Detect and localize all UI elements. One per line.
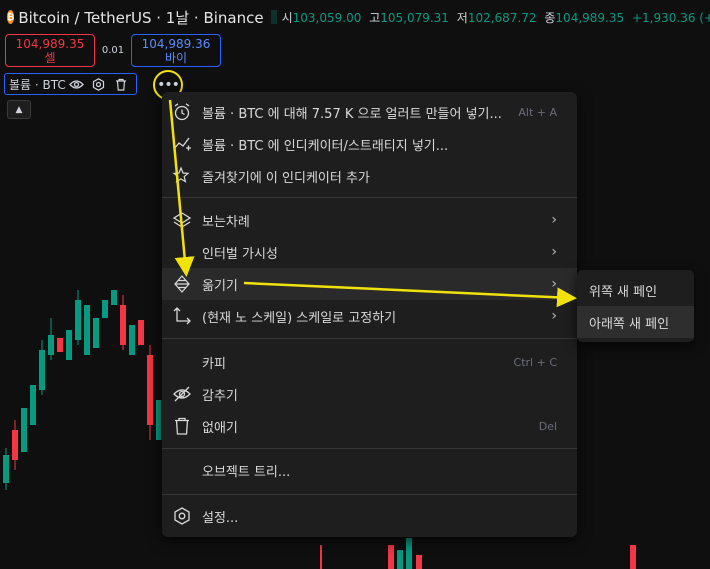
layers-icon [162,210,202,230]
menu-item-add-favorite[interactable]: 즐겨찾기에 이 인디케이터 추가 [162,160,577,192]
menu-item-label: 카피 [202,356,226,372]
spread-value: 0.01 [101,45,125,56]
menu-item-remove[interactable]: 없애기 Del [162,410,577,442]
indicator-name[interactable]: 볼륨 · BTC [9,76,66,93]
indicator-legend: 볼륨 · BTC [4,73,137,95]
buy-button[interactable]: 104,989.36 바이 [131,34,221,67]
menu-item-shortcut: Del [538,419,557,433]
menu-item-copy[interactable]: 카피 Ctrl + C [162,346,577,378]
menu-item-label: 오브젝트 트리... [202,464,291,480]
sell-label: 셀 [44,50,56,65]
menu-item-label: 설정... [202,510,239,526]
indicator-legend-box[interactable]: 볼륨 · BTC [4,73,137,95]
chevron-right-icon: › [551,308,557,324]
eye-off-icon [162,384,202,404]
menu-item-label: 인터벌 가시성 [202,246,278,262]
low-label: 저 [456,10,468,25]
menu-item-pin-to-scale[interactable]: (현재 노 스케일) 스케일로 고정하기 › [162,300,577,332]
ohlc-values: 시103,059.00 고105,079.31 저102,687.72 종104… [282,9,710,26]
menu-item-label: 옮기기 [202,278,238,294]
symbol-header: ₿ Bitcoin / TetherUS · 1날 · Binance 시103… [0,0,710,34]
chevron-right-icon: › [551,276,557,292]
change-value: +1,930.36 (+1 [631,10,710,25]
menu-item-label: 즐겨찾기에 이 인디케이터 추가 [202,170,370,186]
star-plus-icon [162,166,202,186]
indicator-add-icon [162,134,202,154]
close-label: 종 [544,10,556,25]
sell-price: 104,989.35 [15,36,85,51]
alarm-plus-icon [162,102,202,122]
move-icon [162,274,202,294]
settings-icon [162,506,202,526]
sell-button[interactable]: 104,989.35 셀 [5,34,95,67]
high-label: 고 [369,10,381,25]
submenu-item-new-pane-below[interactable]: 아래쪽 새 페인 [577,306,694,338]
menu-item-label: 감추기 [202,388,238,404]
pin-scale-icon [162,306,202,326]
low-value: 102,687.72 [467,10,537,25]
bitcoin-icon: ₿ [7,10,15,24]
buy-price: 104,989.36 [141,36,211,51]
symbol-title[interactable]: Bitcoin / TetherUS · 1날 · Binance [18,7,263,28]
close-value: 104,989.35 [555,10,625,25]
menu-item-label: 볼륨 · BTC 에 인디케이터/스트래티지 넣기... [202,138,449,154]
trash-icon [162,416,202,436]
menu-item-label: 볼륨 · BTC 에 대해 7.57 K 으로 얼러트 만들어 넣기... [202,106,502,122]
menu-divider [162,338,577,339]
menu-item-object-tree[interactable]: 오브젝트 트리... [162,454,577,486]
high-value: 105,079.31 [380,10,449,25]
settings-icon[interactable] [88,74,110,94]
menu-item-settings[interactable]: 설정... [162,500,577,532]
menu-item-label: 보는차례 [202,214,250,230]
menu-item-visual-order[interactable]: 보는차례 › [162,204,577,236]
menu-item-shortcut: Ctrl + C [513,355,557,369]
buy-label: 바이 [164,50,188,65]
submenu-item-new-pane-above[interactable]: 위쪽 새 페인 [577,274,694,306]
indicator-context-menu: 볼륨 · BTC 에 대해 7.57 K 으로 얼러트 만들어 넣기... Al… [162,92,577,537]
menu-item-interval-visibility[interactable]: 인터벌 가시성 › [162,236,577,268]
eye-icon[interactable] [66,74,88,94]
chevron-right-icon: › [551,244,557,260]
trash-icon[interactable] [110,74,132,94]
menu-item-move-to[interactable]: 옮기기 › [162,268,577,300]
menu-item-label: 없애기 [202,420,238,436]
menu-divider [162,448,577,449]
open-label: 시 [281,10,293,25]
menu-divider [162,197,577,198]
menu-item-label: (현재 노 스케일) 스케일로 고정하기 [202,310,397,326]
menu-item-shortcut: Alt + A [518,105,557,119]
move-to-submenu: 위쪽 새 페인 아래쪽 새 페인 [577,270,694,342]
trade-buttons: 104,989.35 셀 0.01 104,989.36 바이 [5,34,221,67]
menu-item-add-alert[interactable]: 볼륨 · BTC 에 대해 7.57 K 으로 얼러트 만들어 넣기... Al… [162,96,577,128]
chevron-right-icon: › [551,212,557,228]
menu-item-add-indicator[interactable]: 볼륨 · BTC 에 인디케이터/스트래티지 넣기... [162,128,577,160]
chevron-up-icon[interactable]: ▲ [7,100,31,119]
menu-item-hide[interactable]: 감추기 [162,378,577,410]
open-value: 103,059.00 [292,10,362,25]
menu-divider [162,494,577,495]
